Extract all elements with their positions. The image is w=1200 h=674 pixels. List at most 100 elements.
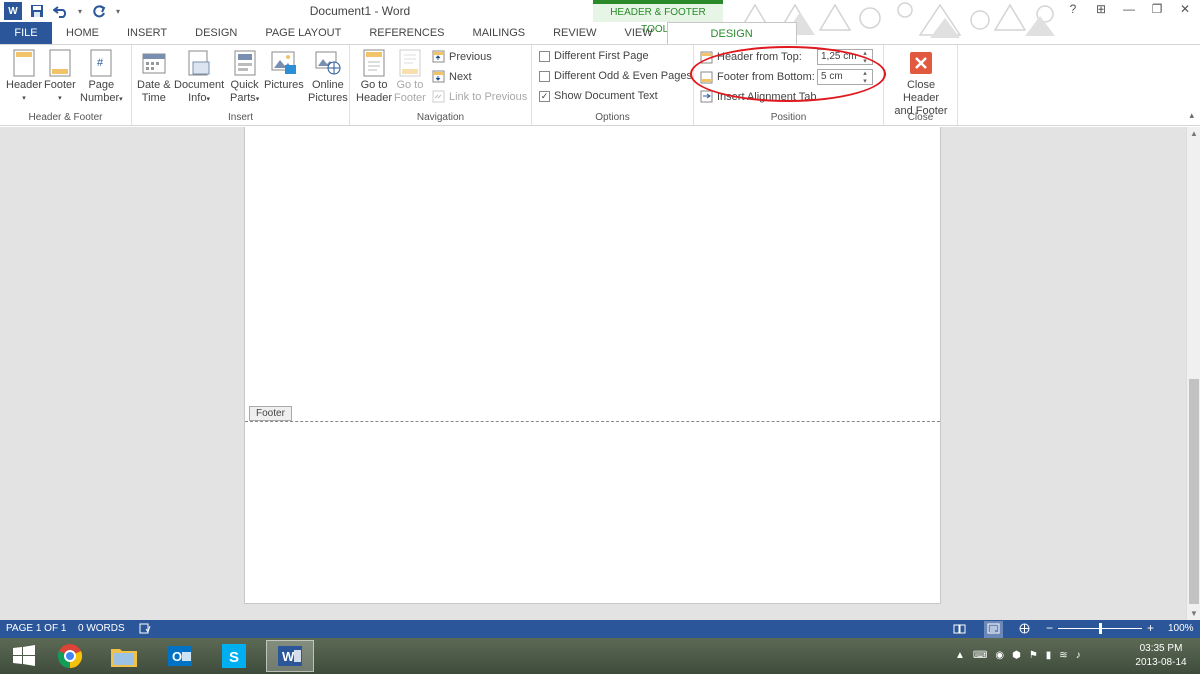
footer-region-tag: Footer	[249, 406, 292, 421]
document-info-label-2: Info	[188, 92, 207, 104]
action-center-flag-icon[interactable]: ⚑	[1029, 650, 1038, 661]
zoom-in-button[interactable]: +	[1147, 621, 1154, 635]
page-number-button[interactable]: # Page Number▾	[80, 49, 123, 106]
date-time-label-1: Date &	[137, 79, 171, 91]
different-odd-even-checkbox[interactable]: Different Odd & Even Pages	[539, 70, 692, 82]
taskbar-word[interactable]: W	[266, 640, 314, 672]
taskbar-skype[interactable]: S	[210, 640, 258, 672]
different-first-page-label: Different First Page	[554, 50, 649, 62]
windows-taskbar: O S W ▲ ⌨ ◉ ⬢ ⚑ ▮ ≋ ♪ 03:35 PM 2013-08-1…	[0, 638, 1200, 674]
group-label-options: Options	[595, 112, 630, 123]
tab-references[interactable]: REFERENCES	[355, 22, 458, 44]
folder-icon	[111, 649, 137, 667]
chevron-down-icon[interactable]: ▾	[76, 2, 84, 20]
tab-view[interactable]: VIEW	[611, 22, 667, 44]
web-layout-icon[interactable]	[1018, 623, 1031, 637]
footer-boundary-line	[245, 421, 940, 422]
zoom-level[interactable]: 100%	[1168, 623, 1194, 634]
svg-text:W: W	[282, 649, 295, 664]
taskbar-outlook[interactable]: O	[156, 640, 204, 672]
go-to-header-button[interactable]: Go to Header	[356, 49, 392, 105]
link-to-previous-button[interactable]: Link to Previous	[432, 90, 527, 103]
go-to-footer-button[interactable]: Go to Footer	[394, 49, 426, 105]
taskbar-clock[interactable]: 03:35 PM 2013-08-14	[1128, 642, 1194, 670]
zoom-slider-thumb[interactable]	[1099, 623, 1102, 634]
help-icon[interactable]: ?	[1066, 2, 1080, 16]
checkbox-icon	[539, 70, 550, 82]
restore-button[interactable]: ❐	[1150, 2, 1164, 16]
picture-icon	[271, 49, 297, 77]
link-icon	[432, 90, 445, 103]
tab-design[interactable]: DESIGN	[181, 22, 251, 44]
pictures-button[interactable]: Pictures	[264, 49, 304, 92]
power-icon[interactable]: ▮	[1046, 650, 1052, 661]
undo-icon[interactable]	[52, 2, 70, 20]
tab-page-layout[interactable]: PAGE LAYOUT	[251, 22, 355, 44]
customize-toolbar-icon[interactable]: ▾	[114, 2, 122, 20]
show-document-text-label: Show Document Text	[554, 90, 658, 102]
group-label-close: Close	[907, 112, 934, 123]
next-label: Next	[449, 70, 472, 83]
show-hidden-icons-icon[interactable]: ▲	[955, 650, 965, 661]
collapse-ribbon-icon[interactable]: ▴	[1189, 110, 1194, 121]
start-button[interactable]	[0, 640, 48, 672]
tab-review[interactable]: REVIEW	[539, 22, 610, 44]
quick-access-toolbar: W ▾ ▾	[4, 2, 122, 20]
tab-mailings[interactable]: MAILINGS	[459, 22, 540, 44]
group-label-navigation: Navigation	[416, 112, 465, 123]
zoom-out-button[interactable]: −	[1046, 621, 1053, 635]
security-icon[interactable]: ⬢	[1012, 650, 1021, 661]
word-app-icon[interactable]: W	[4, 2, 22, 20]
insert-group: Date & Time Document Info▾ Quick Parts▾ …	[132, 45, 350, 125]
ribbon-tabs: FILE HOME INSERT DESIGN PAGE LAYOUT REFE…	[0, 22, 1200, 44]
header-button[interactable]: Header ▾	[6, 49, 42, 105]
go-to-header-label-1: Go to	[360, 79, 388, 91]
save-icon[interactable]	[28, 2, 46, 20]
scroll-up-icon[interactable]: ▲	[1187, 129, 1200, 138]
print-layout-icon[interactable]	[984, 621, 1003, 639]
quick-parts-button[interactable]: Quick Parts▾	[230, 49, 259, 106]
calendar-icon	[141, 49, 167, 77]
page-count[interactable]: PAGE 1 OF 1	[6, 623, 66, 634]
different-first-page-checkbox[interactable]: Different First Page	[539, 50, 649, 62]
input-method-icon[interactable]: ⌨	[973, 650, 987, 661]
next-button[interactable]: Next	[432, 70, 472, 83]
skype-icon: S	[222, 644, 246, 668]
tab-home[interactable]: HOME	[52, 22, 113, 44]
page-number-label-2: Number	[80, 92, 120, 104]
word-icon: W	[278, 646, 302, 666]
show-document-text-checkbox[interactable]: ✓ Show Document Text	[539, 90, 658, 102]
go-to-footer-label-1: Go to	[396, 79, 424, 91]
read-mode-icon[interactable]	[953, 623, 966, 637]
network-status-icon[interactable]: ◉	[995, 650, 1004, 661]
close-header-footer-button[interactable]: Close Header and Footer	[888, 49, 954, 118]
date-time-button[interactable]: Date & Time	[137, 49, 171, 105]
scroll-down-icon[interactable]: ▼	[1187, 609, 1200, 618]
clock-time: 03:35 PM	[1139, 643, 1183, 654]
close-window-button[interactable]: ✕	[1178, 2, 1192, 16]
wifi-icon[interactable]: ≋	[1059, 650, 1067, 661]
taskbar-file-explorer[interactable]	[100, 640, 148, 672]
footer-label: Footer	[44, 79, 76, 91]
redo-icon[interactable]	[90, 2, 108, 20]
taskbar-chrome[interactable]	[46, 640, 94, 672]
previous-button[interactable]: Previous	[432, 50, 492, 63]
footer-button[interactable]: Footer ▾	[44, 49, 76, 105]
tab-header-footer-design[interactable]: DESIGN	[666, 22, 797, 44]
online-pictures-button[interactable]: Online Pictures	[308, 49, 348, 105]
options-group: Different First Page Different Odd & Eve…	[532, 45, 694, 125]
volume-icon[interactable]: ♪	[1076, 650, 1081, 661]
tab-file[interactable]: FILE	[0, 22, 52, 44]
document-info-button[interactable]: Document Info▾	[174, 49, 224, 106]
vertical-scrollbar[interactable]: ▲ ▼	[1186, 127, 1200, 620]
scrollbar-thumb[interactable]	[1189, 379, 1199, 604]
proofing-icon[interactable]	[139, 623, 151, 637]
minimize-button[interactable]: —	[1122, 2, 1136, 16]
tab-insert[interactable]: INSERT	[113, 22, 181, 44]
word-count[interactable]: 0 WORDS	[78, 623, 125, 634]
document-page[interactable]: Footer	[244, 127, 941, 604]
ribbon-display-options-icon[interactable]: ⊞	[1094, 2, 1108, 16]
checkmark-icon: ✓	[539, 90, 550, 102]
close-header-footer-label-1: Close Header	[902, 79, 940, 104]
go-to-header-icon	[361, 49, 387, 77]
